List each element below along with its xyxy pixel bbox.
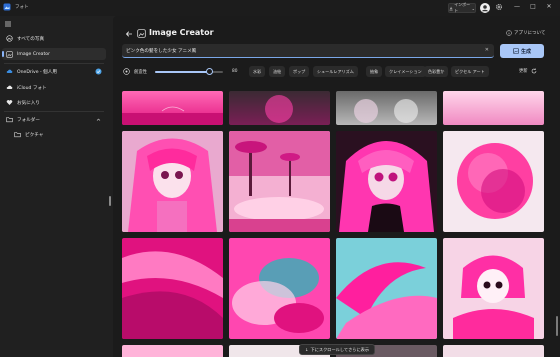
refresh-icon [531,68,536,74]
info-icon [506,30,512,36]
generated-image-tile[interactable] [229,131,330,232]
close-button[interactable]: ✕ [544,2,554,12]
sidebar: すべての写真 Image Creator OneDrive - 個人用 iClo… [0,16,111,357]
options-row: 創造性 80 水彩 油絵 ポップ シュールレアリズム 抽象 クレイメーション 色… [122,66,552,78]
refresh-label: 更新 [519,69,528,74]
generated-image-tile[interactable] [122,238,223,339]
style-chip[interactable]: 色彩豊か [424,66,449,77]
slider-thumb[interactable] [205,68,213,75]
sidebar-item-icloud[interactable]: iCloud フォト [2,81,106,93]
sidebar-item-folders[interactable]: フォルダー [2,113,106,125]
generated-image-tile[interactable] [122,91,223,125]
icloud-icon [6,85,13,89]
about-app-label: アプリについて [514,31,546,36]
style-chip[interactable]: クレイメーション [385,66,426,77]
generated-image-tile[interactable] [443,345,544,357]
generated-image-tile[interactable] [336,238,437,339]
sidebar-item-favorites[interactable]: お気に入り [2,96,106,108]
sidebar-item-label: OneDrive - 個人用 [17,69,57,75]
title-bar: フォト インポート ⌄ — □ ✕ [0,0,560,16]
maximize-button[interactable]: □ [528,2,538,12]
about-app-link[interactable]: アプリについて [506,30,545,36]
app-title: フォト [15,5,29,10]
main-panel: Image Creator アプリについて ピンク色の髪をした少女 アニメ風 ✕… [113,16,560,357]
sidebar-item-onedrive[interactable]: OneDrive - 個人用 [2,65,106,77]
heart-icon [6,99,13,105]
generated-image-tile[interactable] [122,345,223,357]
sidebar-item-label: フォルダー [17,117,40,123]
chevron-up-icon[interactable] [95,116,102,123]
refresh-button[interactable]: 更新 [519,68,537,74]
image-creator-icon [137,29,146,38]
generated-image-tile[interactable] [229,91,330,125]
sidebar-item-label: ピクチャ [25,132,44,138]
generated-image-tile[interactable] [229,238,330,339]
creativity-value: 80 [232,69,238,74]
scroll-more-label: 下にスクロールしてさらに表示 [310,346,370,352]
minimize-button[interactable]: — [512,2,522,12]
style-chip[interactable]: シュールレアリズム [313,66,358,77]
sidebar-resize-handle[interactable] [109,196,111,206]
sidebar-item-all-photos[interactable]: すべての写真 [2,32,106,44]
style-chip[interactable]: ポップ [289,66,310,77]
prompt-input[interactable]: ピンク色の髪をした少女 アニメ風 ✕ [122,44,494,58]
sidebar-divider [4,111,104,112]
scroll-more-button[interactable]: ↓ 下にスクロールしてさらに表示 [299,344,376,355]
generated-image-tile[interactable] [336,131,437,232]
sidebar-item-image-creator[interactable]: Image Creator [2,48,106,60]
style-chip[interactable]: 油絵 [269,66,286,77]
sidebar-item-label: すべての写真 [17,36,45,42]
style-chip[interactable]: ピクセル アート [451,66,489,77]
creativity-label: 創造性 [134,70,147,75]
back-arrow-icon[interactable] [125,30,133,38]
style-chip[interactable]: 抽象 [366,66,383,77]
arrow-down-icon: ↓ [305,347,309,352]
settings-gear-icon[interactable] [495,3,503,11]
page-title: Image Creator [149,28,214,37]
generate-button[interactable]: 生成 [500,44,544,58]
sidebar-item-label: iCloud フォト [17,85,47,91]
import-button[interactable]: インポート ⌄ [448,2,476,13]
generated-image-tile[interactable] [443,131,544,232]
account-avatar[interactable] [480,3,490,13]
generated-image-tile[interactable] [336,91,437,125]
sidebar-divider [4,63,104,64]
import-label: インポート [454,2,471,13]
creativity-slider[interactable] [155,68,223,75]
clear-icon[interactable]: ✕ [485,47,489,53]
sidebar-item-pictures[interactable]: ピクチャ [10,128,106,140]
vertical-scrollbar[interactable] [556,316,558,336]
photos-app-icon [3,3,11,11]
chevron-down-icon: ⌄ [471,5,475,11]
generated-image-tile[interactable] [443,91,544,125]
generate-label: 生成 [520,48,531,55]
user-icon [482,5,488,12]
creativity-icon [123,68,130,75]
folder-icon [6,116,13,122]
sidebar-item-label: お気に入り [17,100,40,106]
generate-icon [513,48,519,54]
import-icon [449,6,453,10]
cloud-icon [6,69,13,73]
sync-status-icon [95,68,102,74]
image-creator-icon [6,50,13,58]
hamburger-menu-icon[interactable] [4,20,12,28]
prompt-text: ピンク色の髪をした少女 アニメ風 [126,49,197,54]
slider-fill [155,71,210,73]
image-gallery [122,91,553,357]
generated-image-tile[interactable] [443,238,544,339]
folder-icon [14,131,21,137]
style-chip[interactable]: 水彩 [249,66,266,77]
sidebar-item-label: Image Creator [17,51,50,57]
generated-image-tile[interactable] [122,131,223,232]
photos-icon [6,34,13,42]
